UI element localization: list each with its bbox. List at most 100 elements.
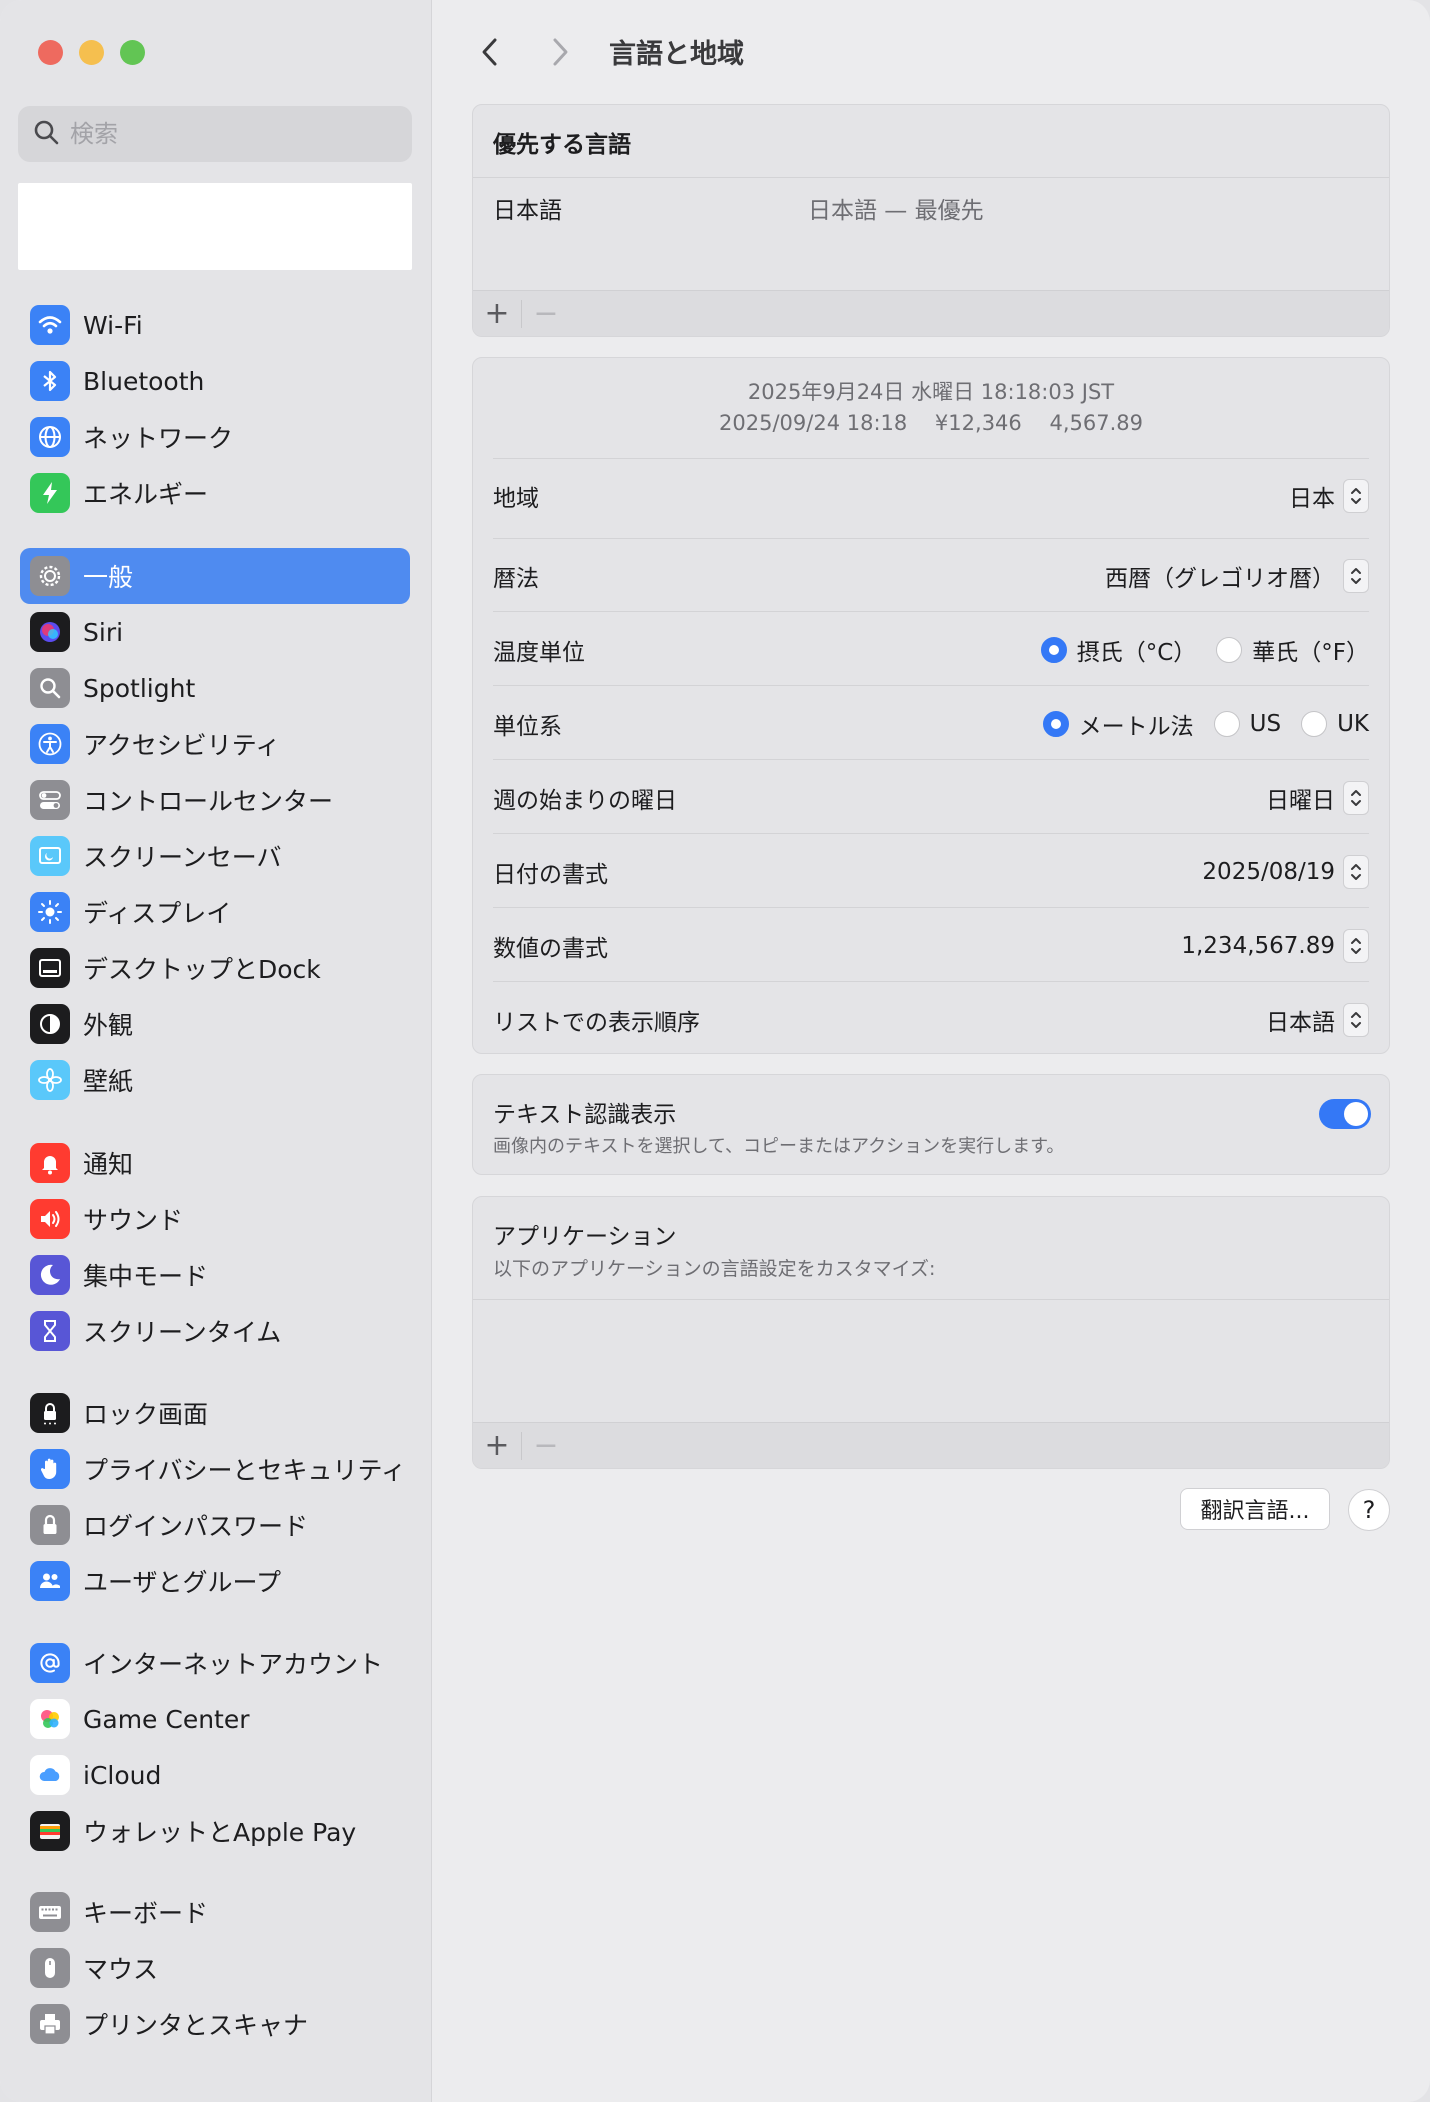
zoom-window-button[interactable] [120, 40, 145, 65]
search-field[interactable] [18, 106, 412, 162]
metric-radio[interactable]: メートル法 [1042, 707, 1194, 741]
sidebar-item-general[interactable]: 一般 [20, 548, 410, 604]
calendar-label: 暦法 [493, 566, 539, 592]
help-button[interactable]: ? [1348, 1489, 1390, 1531]
date-format-popup[interactable]: 2025/08/19 [1202, 855, 1369, 889]
remove-language-button[interactable]: − [522, 291, 570, 337]
sidebar: Wi-Fi Bluetooth ネットワーク エネルギー [0, 0, 432, 2102]
hourglass-icon [30, 1311, 70, 1351]
translation-languages-button[interactable]: 翻訳言語... [1180, 1488, 1330, 1530]
sidebar-item-privacy-security[interactable]: プライバシーとセキュリティ [20, 1441, 410, 1497]
sidebar-item-accessibility[interactable]: アクセシビリティ [20, 716, 410, 772]
screensaver-icon [30, 836, 70, 876]
sidebar-item-displays[interactable]: ディスプレイ [20, 884, 410, 940]
moon-icon [30, 1255, 70, 1295]
sidebar-item-wallet[interactable]: ウォレットとApple Pay [20, 1803, 410, 1859]
sidebar-item-wifi[interactable]: Wi-Fi [20, 297, 410, 353]
celsius-radio[interactable]: 摂氏（°C） [1040, 633, 1196, 667]
mouse-icon [30, 1948, 70, 1988]
first-day-popup[interactable]: 日曜日 [1266, 781, 1369, 815]
measurement-label: 単位系 [493, 714, 562, 740]
uk-radio[interactable]: UK [1301, 711, 1369, 737]
bolt-icon [30, 473, 70, 513]
printer-icon [30, 2004, 70, 2044]
sidebar-item-desktop-dock[interactable]: デスクトップとDock [20, 940, 410, 996]
page-title: 言語と地域 [609, 39, 744, 70]
sidebar-item-label: Spotlight [83, 673, 196, 703]
fahrenheit-radio[interactable]: 華氏（°F） [1216, 633, 1369, 667]
divider [493, 685, 1369, 686]
sidebar-item-icloud[interactable]: iCloud [20, 1747, 410, 1803]
applications-list[interactable] [473, 1300, 1389, 1423]
sidebar-item-label: 集中モード [83, 1262, 209, 1291]
sidebar-item-users-groups[interactable]: ユーザとグループ [20, 1553, 410, 1609]
sidebar-item-mouse[interactable]: マウス [20, 1940, 410, 1996]
sidebar-item-energy[interactable]: エネルギー [20, 465, 410, 521]
sidebar-item-login-password[interactable]: ログインパスワード [20, 1497, 410, 1553]
region-popup[interactable]: 日本 [1289, 479, 1369, 513]
sidebar-item-keyboard[interactable]: キーボード [20, 1884, 410, 1940]
sidebar-item-internet-accounts[interactable]: インターネットアカウント [20, 1635, 410, 1691]
search-input[interactable] [70, 120, 390, 148]
number-format-popup[interactable]: 1,234,567.89 [1181, 929, 1369, 963]
close-window-button[interactable] [38, 40, 63, 65]
magnifier-icon [30, 668, 70, 708]
sidebar-item-label: スクリーンセーバ [83, 843, 282, 872]
sidebar-item-network[interactable]: ネットワーク [20, 409, 410, 465]
sidebar-item-label: 一般 [83, 563, 134, 592]
sidebar-item-focus[interactable]: 集中モード [20, 1247, 410, 1303]
measurement-radio-group: メートル法 US UK [1042, 707, 1369, 741]
sidebar-item-siri[interactable]: Siri [20, 604, 410, 660]
region-value: 日本 [1289, 486, 1335, 512]
minimize-window-button[interactable] [79, 40, 104, 65]
live-text-toggle[interactable] [1319, 1099, 1371, 1129]
sidebar-item-label: iCloud [83, 1760, 162, 1790]
sidebar-item-label: コントロールセンター [83, 787, 334, 816]
sidebar-item-screen-saver[interactable]: スクリーンセーバ [20, 828, 410, 884]
sidebar-item-bluetooth[interactable]: Bluetooth [20, 353, 410, 409]
metric-label: メートル法 [1078, 714, 1194, 740]
appearance-icon [30, 1004, 70, 1044]
language-list[interactable]: 日本語 日本語 — 最優先 [473, 177, 1389, 292]
add-application-button[interactable]: + [473, 1423, 521, 1469]
radio-selected-icon [1042, 711, 1069, 737]
apple-account-card[interactable] [18, 183, 412, 270]
toggles-icon [30, 780, 70, 820]
sidebar-item-printers[interactable]: プリンタとスキャナ [20, 1996, 410, 2052]
sidebar-item-label: スクリーンタイム [83, 1318, 282, 1347]
updown-chevron-icon [1343, 1003, 1369, 1037]
siri-icon [30, 612, 70, 652]
sidebar-item-sound[interactable]: サウンド [20, 1191, 410, 1247]
us-radio[interactable]: US [1213, 711, 1281, 737]
forward-button[interactable] [542, 34, 578, 70]
list-order-popup[interactable]: 日本語 [1266, 1003, 1369, 1037]
sidebar-item-label: マウス [83, 1955, 159, 1984]
hand-icon [30, 1449, 70, 1489]
sidebar-item-label: ロック画面 [83, 1400, 209, 1429]
sidebar-item-appearance[interactable]: 外観 [20, 996, 410, 1052]
calendar-row: 暦法 西暦（グレゴリオ暦） [493, 546, 1369, 606]
sidebar-item-label: 壁紙 [83, 1067, 134, 1096]
sidebar-item-game-center[interactable]: Game Center [20, 1691, 410, 1747]
chevron-left-icon [482, 38, 497, 66]
sidebar-item-notifications[interactable]: 通知 [20, 1135, 410, 1191]
date-format-label: 日付の書式 [493, 862, 608, 888]
fahrenheit-label: 華氏（°F） [1252, 640, 1369, 666]
radio-unselected-icon [1301, 711, 1328, 737]
sidebar-item-wallpaper[interactable]: 壁紙 [20, 1052, 410, 1108]
sidebar-item-screen-time[interactable]: スクリーンタイム [20, 1303, 410, 1359]
sidebar-item-spotlight[interactable]: Spotlight [20, 660, 410, 716]
remove-application-button[interactable]: − [522, 1423, 570, 1469]
back-button[interactable] [472, 34, 508, 70]
sidebar-item-label: ネットワーク [83, 424, 234, 453]
sidebar-item-control-center[interactable]: コントロールセンター [20, 772, 410, 828]
divider [493, 538, 1369, 539]
add-language-button[interactable]: + [473, 291, 521, 337]
divider [493, 759, 1369, 760]
updown-chevron-icon [1343, 559, 1369, 593]
sidebar-item-lock-screen[interactable]: ロック画面 [20, 1385, 410, 1441]
calendar-popup[interactable]: 西暦（グレゴリオ暦） [1105, 559, 1369, 593]
wallet-icon [30, 1811, 70, 1851]
sidebar-item-label: ウォレットとApple Pay [83, 1818, 357, 1847]
date-format-value: 2025/08/19 [1202, 859, 1335, 885]
